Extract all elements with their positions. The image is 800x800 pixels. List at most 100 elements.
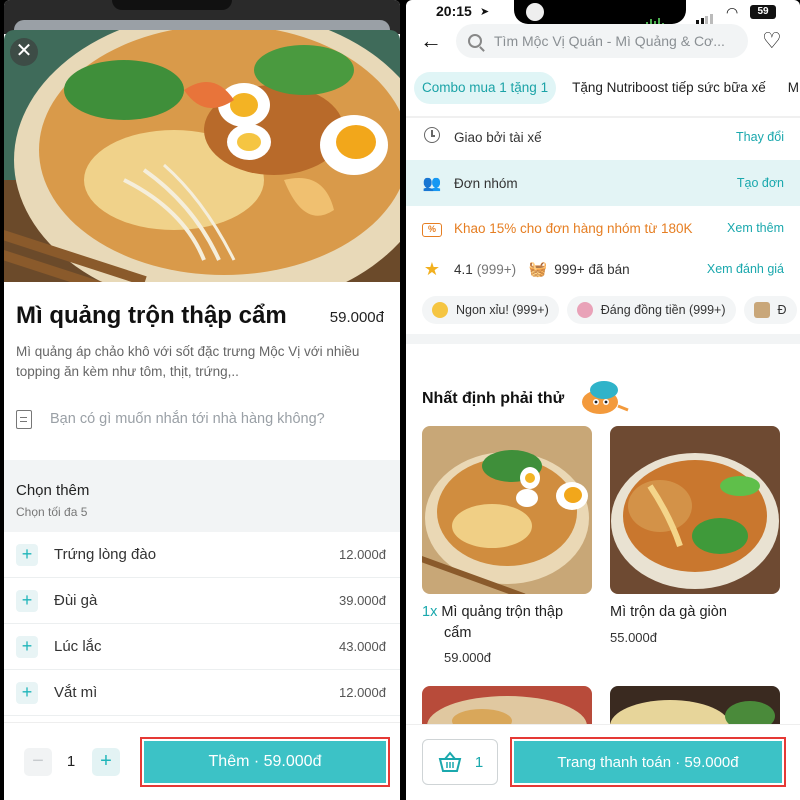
- plus-icon[interactable]: +: [16, 543, 38, 566]
- product-image: ✕: [4, 30, 400, 282]
- addon-name: Trứng lòng đào: [54, 546, 157, 563]
- star-icon: ★: [423, 258, 441, 279]
- media-thumbnail-icon: [526, 3, 544, 21]
- promo-row: % Khao 15% cho đơn hàng nhóm từ 180K Xem…: [406, 207, 800, 249]
- addon-price: 12.000đ: [339, 685, 386, 700]
- group-order-text: Đơn nhóm: [454, 175, 518, 191]
- review-tag[interactable]: Đ: [743, 296, 797, 324]
- addon-item[interactable]: + Trứng lòng đào 12.000đ: [4, 532, 400, 578]
- signal-icon: [696, 6, 714, 24]
- addon-item[interactable]: + Lúc lắc 43.000đ: [4, 624, 400, 670]
- rating-row: ★ 4.1 (999+) 🧺 999+ đã bán Xem đánh giá: [406, 248, 800, 290]
- chip[interactable]: Tặng Nutriboost tiếp sức bữa xế: [566, 72, 772, 104]
- delivery-row: Giao bởi tài xế Thay đổi: [406, 116, 800, 158]
- addon-price: 39.000đ: [339, 593, 386, 608]
- addon-name: Lúc lắc: [54, 638, 102, 655]
- dish-name-line: Mì quảng trộn thập: [441, 604, 564, 620]
- dish-image[interactable]: [610, 426, 780, 594]
- plus-icon[interactable]: +: [16, 681, 38, 704]
- note-placeholder: Bạn có gì muốn nhắn tới nhà hàng không?: [50, 411, 325, 427]
- close-button[interactable]: ✕: [10, 38, 38, 66]
- addon-price: 12.000đ: [339, 547, 386, 562]
- promo-text: Khao 15% cho đơn hàng nhóm từ 180K: [454, 220, 693, 236]
- addon-list: + Trứng lòng đào 12.000đ + Đùi gà 39.000…: [4, 532, 400, 716]
- dynamic-island: [112, 0, 232, 10]
- delivery-text: Giao bởi tài xế: [454, 129, 542, 145]
- bag-emoji-icon: [753, 302, 770, 318]
- favorite-heart-icon[interactable]: ♡: [762, 28, 782, 54]
- cat-mascot-icon: [582, 381, 629, 414]
- addon-title: Chọn thêm: [16, 482, 90, 499]
- view-reviews-link[interactable]: Xem đánh giá: [707, 262, 784, 276]
- dish-name-line: Mì trộn da gà giòn: [610, 604, 727, 620]
- section-title: Nhất định phải thử: [422, 390, 565, 407]
- checkout-button[interactable]: Trang thanh toán · 59.000đ: [514, 741, 782, 783]
- search-input[interactable]: Tìm Mộc Vị Quán - Mì Quảng & Cơ...: [456, 24, 748, 58]
- plus-icon[interactable]: +: [16, 589, 38, 612]
- audio-bars-icon: [646, 8, 674, 26]
- order-footer: − 1 + Thêm · 59.000đ: [4, 722, 400, 800]
- wifi-icon: ◠: [726, 4, 739, 20]
- highlight-box: Thêm · 59.000đ: [140, 737, 390, 787]
- noodle-bowl-photo: [422, 426, 592, 594]
- review-tags: Ngon xỉu! (999+) Đáng đồng tiền (999+) Đ: [422, 296, 800, 324]
- rating-count: (999+): [476, 261, 517, 277]
- addon-name: Vắt mì: [54, 684, 98, 701]
- change-delivery-link[interactable]: Thay đổi: [736, 130, 784, 144]
- dish-price: 59.000đ: [444, 650, 491, 665]
- tag-label: Đáng đồng tiền (999+): [600, 303, 726, 317]
- note-input[interactable]: Bạn có gì muốn nhắn tới nhà hàng không?: [16, 406, 386, 432]
- tag-label: Ngon xỉu! (999+): [456, 303, 549, 317]
- battery-icon: 59: [750, 5, 776, 19]
- back-arrow-icon[interactable]: ←: [420, 28, 442, 54]
- discount-icon: %: [422, 223, 442, 237]
- basket-icon: 🧺: [528, 261, 548, 278]
- addon-name: Đùi gà: [54, 592, 98, 609]
- search-icon: [468, 34, 482, 48]
- review-tag[interactable]: Ngon xỉu! (999+): [422, 296, 559, 324]
- basket-icon: [438, 751, 462, 772]
- money-emoji-icon: [576, 302, 593, 318]
- cart-count: 1: [474, 753, 484, 771]
- product-name: Mì quảng trộn thập cẩm: [16, 302, 287, 329]
- quantity-value: 1: [66, 753, 76, 770]
- dish-image[interactable]: [422, 426, 592, 594]
- addon-header: Chọn thêm Chọn tối đa 5: [4, 470, 400, 532]
- category-chips: Combo mua 1 tặng 1 Tặng Nutriboost tiếp …: [414, 72, 800, 104]
- review-tag[interactable]: Đáng đồng tiền (999+): [566, 296, 736, 324]
- add-to-cart-button[interactable]: Thêm · 59.000đ: [144, 741, 386, 783]
- dish-name: 1x Mì quảng trộn thập cẩm: [422, 602, 563, 644]
- group-users-icon: 👥: [422, 175, 442, 192]
- dish-name-line: cẩm: [444, 625, 472, 641]
- tag-label: Đ: [777, 303, 787, 317]
- right-screen: 20:15 ➤ ◠ 59 ← Tìm Mộc Vị Quán - Mì Quản…: [406, 0, 800, 800]
- create-group-order-link[interactable]: Tạo đơn: [737, 176, 784, 190]
- cart-button[interactable]: 1: [422, 739, 498, 785]
- quantity-minus-button[interactable]: −: [24, 748, 52, 776]
- chip-active[interactable]: Combo mua 1 tặng 1: [414, 72, 557, 104]
- divider: [4, 460, 400, 470]
- sold-count: 999+ đã bán: [554, 261, 630, 277]
- yum-emoji-icon: [432, 302, 448, 318]
- left-screen: ✕ Mì quảng trộn thập cẩm 59.000đ Mì quản…: [4, 0, 400, 800]
- search-placeholder: Tìm Mộc Vị Quán - Mì Quảng & Cơ...: [494, 33, 725, 49]
- chip[interactable]: M: [782, 72, 800, 104]
- see-more-link[interactable]: Xem thêm: [727, 221, 784, 235]
- addon-item[interactable]: + Vắt mì 12.000đ: [4, 670, 400, 716]
- status-bar: 20:15 ➤ ◠ 59: [406, 0, 800, 26]
- quantity-plus-button[interactable]: +: [92, 748, 120, 776]
- note-icon: [16, 409, 32, 429]
- dish-name: Mì trộn da gà giòn: [610, 602, 727, 623]
- clock-icon: [424, 127, 440, 143]
- addon-price: 43.000đ: [339, 639, 386, 654]
- dimmed-background: [4, 0, 400, 34]
- addon-item[interactable]: + Đùi gà 39.000đ: [4, 578, 400, 624]
- product-description: Mì quảng áp chảo khô với sốt đặc trưng M…: [16, 344, 360, 379]
- addon-subtitle: Chọn tối đa 5: [16, 505, 88, 519]
- dynamic-island: [514, 0, 686, 26]
- group-order-row: 👥 Đơn nhóm Tạo đơn: [406, 160, 800, 206]
- plus-icon[interactable]: +: [16, 635, 38, 658]
- divider: [406, 334, 800, 344]
- highlight-box: Trang thanh toán · 59.000đ: [510, 737, 786, 787]
- status-time: 20:15: [436, 3, 472, 19]
